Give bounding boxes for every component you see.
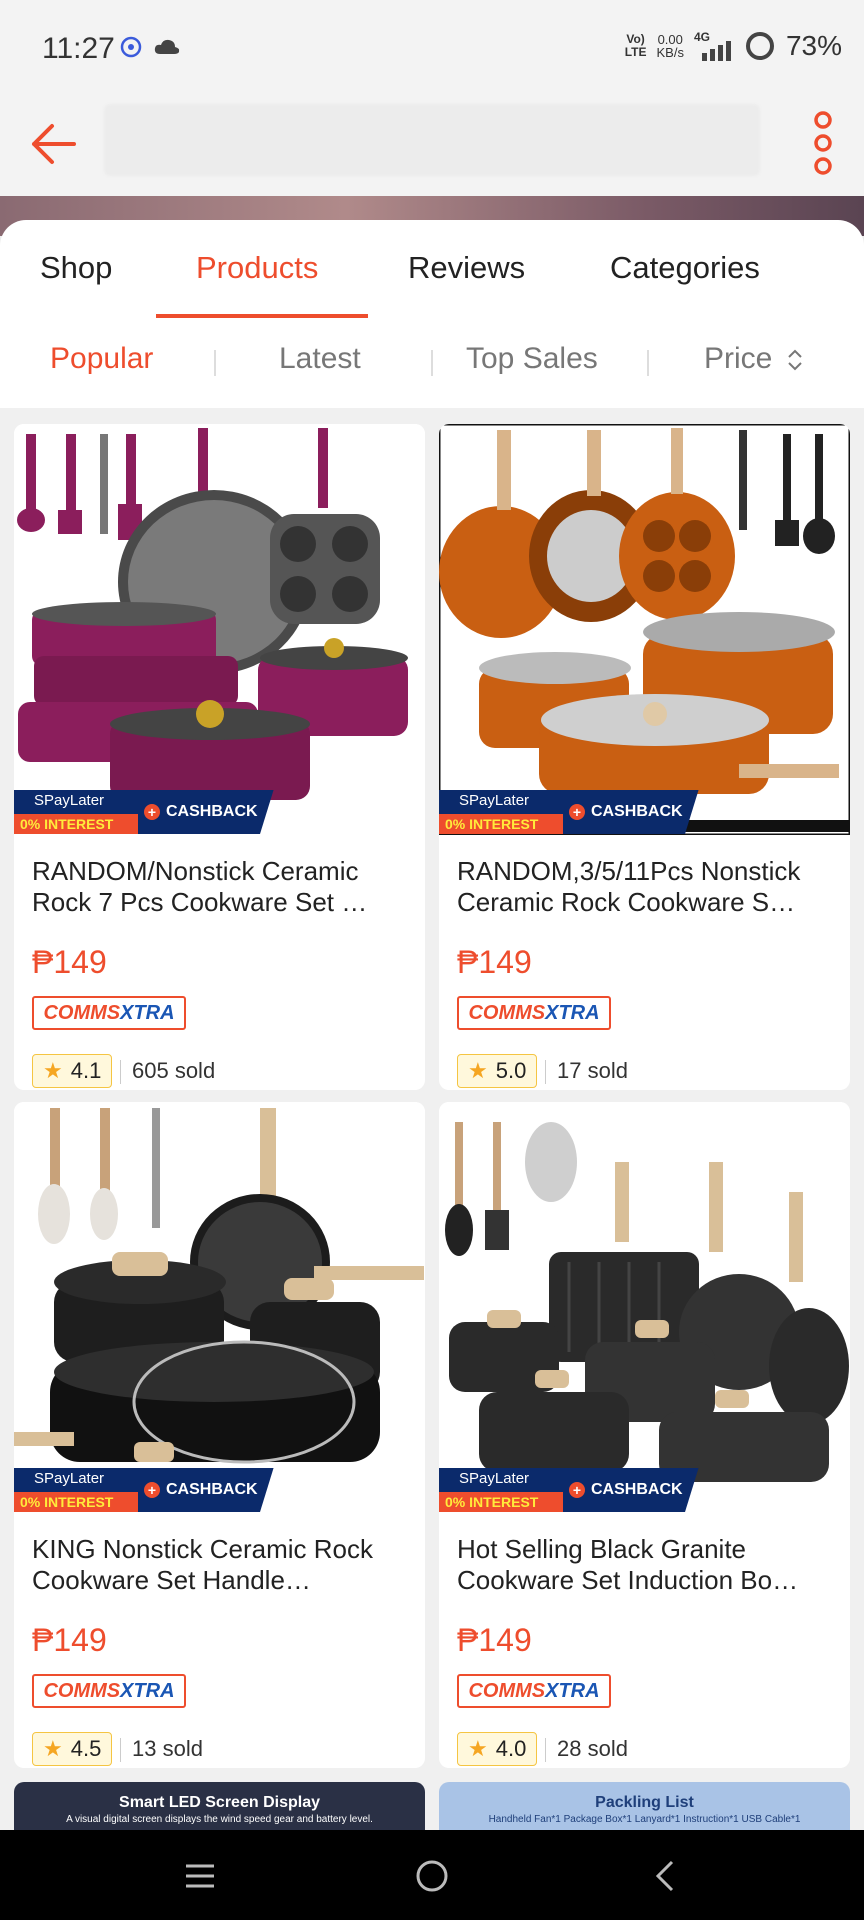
product-image [14, 424, 425, 835]
sold-count: 17 sold [557, 1058, 628, 1083]
cloud-icon [154, 39, 180, 54]
volte-indicator: Vo) LTE [624, 32, 647, 59]
recent-apps-icon[interactable] [180, 1856, 220, 1896]
star-icon: ★ [468, 1736, 488, 1761]
star-icon: ★ [43, 1736, 63, 1761]
promo-banner: SPayLater 0% INTEREST + CASHBACK [439, 1468, 699, 1512]
back-arrow-icon[interactable] [24, 114, 84, 174]
rating-badge: ★ 4.5 [32, 1732, 113, 1766]
product-grid: SPayLater 0% INTEREST + CASHBACK RANDOM/N… [0, 408, 864, 1836]
sold-count: 28 sold [557, 1736, 628, 1761]
product-card-partial[interactable]: Smart LED Screen Display A visual digita… [14, 1782, 425, 1836]
app-header [0, 100, 864, 196]
product-card[interactable]: SPayLater 0% INTEREST + CASHBACK KING Non… [14, 1102, 425, 1768]
battery-percent: 73% [785, 30, 842, 61]
product-image [439, 424, 850, 837]
product-price: ₱149 [32, 944, 107, 980]
tab-bar: Shop Products Reviews Categories [0, 250, 864, 310]
tab-categories[interactable]: Categories [610, 250, 760, 286]
sold-count: 605 sold [132, 1058, 216, 1083]
product-image [14, 1102, 425, 1513]
active-tab-indicator [156, 314, 368, 318]
more-vert-icon[interactable] [806, 110, 840, 176]
sort-divider [214, 350, 216, 376]
divider [545, 1060, 546, 1084]
product-card[interactable]: SPayLater 0% INTEREST + CASHBACK RANDOM/N… [14, 424, 425, 1090]
promo-banner: SPayLater 0% INTEREST + CASHBACK [14, 790, 274, 834]
rating-badge: ★ 5.0 [457, 1054, 538, 1088]
rating-badge: ★ 4.1 [32, 1054, 113, 1088]
sort-divider [431, 350, 433, 376]
commsxtra-badge: COMMS XTRA [32, 996, 186, 1030]
product-card[interactable]: SPayLater 0% INTEREST + CASHBACK RANDOM,3… [439, 424, 850, 1090]
commsxtra-badge: COMMS XTRA [457, 1674, 611, 1708]
battery-ring-icon [745, 32, 774, 60]
commsxtra-badge: COMMS XTRA [32, 1674, 186, 1708]
search-bar[interactable] [104, 104, 760, 176]
sort-price[interactable]: Price [704, 342, 805, 376]
system-nav-bar [0, 1830, 864, 1920]
plus-icon: + [569, 1482, 585, 1498]
product-image [439, 1102, 850, 1513]
status-time: 11:27 [42, 32, 115, 65]
sort-arrows-icon [787, 349, 802, 371]
tab-products[interactable]: Products [196, 250, 318, 286]
plus-icon: + [144, 804, 160, 820]
tab-reviews[interactable]: Reviews [408, 250, 525, 286]
product-price: ₱149 [457, 1622, 532, 1658]
product-title: RANDOM/Nonstick Ceramic Rock 7 Pcs Cookw… [32, 856, 368, 917]
tabs-panel: Shop Products Reviews Categories Popular… [0, 220, 864, 408]
sold-count: 13 sold [132, 1736, 203, 1761]
product-title: Hot Selling Black Granite Cookware Set I… [457, 1534, 799, 1595]
status-indicators: Vo) LTE 0.00 KB/s 4G 73% [625, 30, 842, 62]
sort-latest[interactable]: Latest [279, 342, 361, 376]
app-notification-icon [120, 36, 142, 58]
home-icon[interactable] [412, 1856, 452, 1896]
product-card[interactable]: SPayLater 0% INTEREST + CASHBACK Hot Sell… [439, 1102, 850, 1768]
star-icon: ★ [468, 1058, 488, 1083]
sort-popular[interactable]: Popular [50, 342, 153, 376]
back-nav-icon[interactable] [646, 1856, 686, 1896]
tab-shop[interactable]: Shop [40, 250, 112, 286]
product-card-partial[interactable]: Packling List Handheld Fan*1 Package Box… [439, 1782, 850, 1836]
product-price: ₱149 [32, 1622, 107, 1658]
speed-indicator: 0.00 KB/s [656, 32, 684, 60]
star-icon: ★ [43, 1058, 63, 1083]
product-title: RANDOM,3/5/11Pcs Nonstick Ceramic Rock C… [457, 856, 801, 917]
sort-divider [647, 350, 649, 376]
plus-icon: + [569, 804, 585, 820]
divider [120, 1738, 121, 1762]
signal-icon: 4G [694, 31, 734, 61]
divider [120, 1060, 121, 1084]
sort-top-sales[interactable]: Top Sales [466, 342, 598, 376]
commsxtra-badge: COMMS XTRA [457, 996, 611, 1030]
promo-banner: SPayLater 0% INTEREST + CASHBACK [14, 1468, 274, 1512]
status-bar: 11:27 Vo) LTE 0.00 KB/s 4G 73% [0, 0, 864, 100]
promo-banner: SPayLater 0% INTEREST + CASHBACK [439, 790, 699, 834]
plus-icon: + [144, 1482, 160, 1498]
rating-badge: ★ 4.0 [457, 1732, 538, 1766]
product-title: KING Nonstick Ceramic Rock Cookware Set … [32, 1534, 373, 1595]
product-price: ₱149 [457, 944, 532, 980]
divider [545, 1738, 546, 1762]
